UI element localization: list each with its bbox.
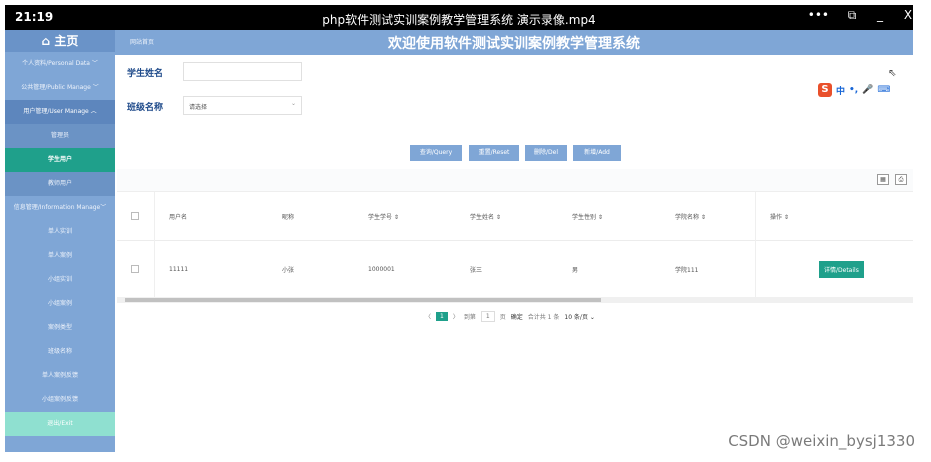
sidebar-item[interactable]: 单人案例 <box>5 244 115 268</box>
header-gender[interactable]: 学生性别 ⇕ <box>572 192 603 240</box>
sidebar-item[interactable]: 单人案例反馈 <box>5 364 115 388</box>
microphone-icon[interactable]: 🎤 <box>862 85 873 95</box>
page-size-select[interactable]: 10 条/页 ⌄ <box>564 312 595 321</box>
sidebar-item[interactable]: 班级名称 <box>5 340 115 364</box>
sidebar: ⌂ 主页 个人资料/Personal Data ﹀ 公共管理/Public Man… <box>5 30 115 452</box>
player-titlebar: 21:19 php软件测试实训案例教学管理系统 演示录像.mp4 ••• ⧉ _… <box>5 5 913 30</box>
page-number-input[interactable]: 1 <box>480 310 495 322</box>
sidebar-item[interactable]: 用户管理/User Manage ︿ <box>5 100 115 124</box>
keyboard-icon[interactable]: ⌨ <box>877 85 890 95</box>
pip-icon[interactable]: ⧉ <box>847 8 857 23</box>
watermark: CSDN @weixin_bysj1330 <box>728 432 915 450</box>
cell-college: 学院111 <box>675 266 699 274</box>
page-unit-label: 页 <box>499 313 506 321</box>
student-name-input[interactable] <box>183 62 302 81</box>
sidebar-item[interactable]: 公共管理/Public Manage ﹀ <box>5 76 115 100</box>
sidebar-item[interactable]: 教师用户 <box>5 172 115 196</box>
current-page-button[interactable]: 1 <box>436 311 448 321</box>
header-student-name[interactable]: 学生姓名 ⇕ <box>470 192 501 240</box>
video-title: php软件测试实训案例教学管理系统 演示录像.mp4 <box>322 13 596 27</box>
sidebar-item[interactable]: 退出/Exit <box>5 412 115 436</box>
class-select[interactable]: 请选择 ⌄ <box>183 96 302 115</box>
header-username[interactable]: 用户名 <box>169 192 187 240</box>
sidebar-item[interactable]: 小组实训 <box>5 268 115 292</box>
sidebar-item[interactable]: 学生用户 <box>5 148 115 172</box>
class-name-label: 班级名称 <box>127 103 164 113</box>
chevron-down-icon: ⌄ <box>290 100 296 107</box>
sidebar-item[interactable]: 小组案例反馈 <box>5 388 115 412</box>
top-header: 网站首页 欢迎使用软件测试实训案例教学管理系统 <box>115 30 913 55</box>
sidebar-item[interactable]: 单人实训 <box>5 220 115 244</box>
sidebar-item[interactable]: 案例类型 <box>5 316 115 340</box>
cell-username: 11111 <box>169 265 189 273</box>
table-row: 11111 小张 1000001 张三 男 学院111 详情/Details <box>117 241 913 297</box>
ime-toolbar[interactable]: S 中 •, 🎤 ⌨ <box>818 80 912 100</box>
row-checkbox-cell[interactable] <box>131 241 139 297</box>
header-actions[interactable]: 操作 ⇕ <box>770 192 789 240</box>
minimize-icon[interactable]: _ <box>875 8 885 23</box>
sidebar-item[interactable]: 个人资料/Personal Data ﹀ <box>5 52 115 76</box>
student-name-label: 学生姓名 <box>127 69 164 79</box>
sidebar-item[interactable]: 信息管理/Information Manage﹀ <box>5 196 115 220</box>
total-count: 合计共 1 条 <box>527 313 560 321</box>
sidebar-home[interactable]: ⌂ 主页 <box>5 30 115 52</box>
details-button[interactable]: 详情/Details <box>819 260 864 278</box>
header-nickname[interactable]: 昵称 <box>282 192 294 240</box>
prev-page-icon[interactable]: 〈 <box>425 312 431 321</box>
students-table: 用户名 昵称 学生学号 ⇕ 学生姓名 ⇕ 学生性别 ⇕ 学院名称 ⇕ 操作 ⇕ … <box>117 192 913 297</box>
sidebar-item[interactable]: 管理员 <box>5 124 115 148</box>
add-button[interactable]: 新增/Add <box>573 145 621 161</box>
table-header-row: 用户名 昵称 学生学号 ⇕ 学生姓名 ⇕ 学生性别 ⇕ 学院名称 ⇕ 操作 ⇕ <box>117 192 913 241</box>
window-controls: ••• ⧉ _ X <box>808 8 913 23</box>
columns-filter-icon[interactable]: ▦ <box>877 174 889 185</box>
cell-nickname: 小张 <box>282 266 295 274</box>
sogou-logo-icon: S <box>818 83 832 97</box>
delete-button[interactable]: 删除/Del <box>525 145 567 161</box>
next-page-icon[interactable]: 〉 <box>453 312 459 321</box>
cell-student-no: 1000001 <box>368 265 395 273</box>
cell-gender: 男 <box>572 266 579 274</box>
close-icon[interactable]: X <box>903 8 913 23</box>
sidebar-item[interactable]: 小组案例 <box>5 292 115 316</box>
table-toolbar: ▦ ⎙ <box>117 169 913 192</box>
reset-button[interactable]: 重置/Reset <box>469 145 519 161</box>
cell-student-name: 张三 <box>470 266 483 274</box>
confirm-button[interactable]: 确定 <box>511 312 523 321</box>
col-divider <box>755 192 756 297</box>
pagination: 〈 1 〉 到第 1 页 确定 合计共 1 条 10 条/页 ⌄ <box>425 310 595 322</box>
scrollbar-thumb[interactable] <box>125 298 601 302</box>
ime-punctuation-icon[interactable]: •, <box>849 85 858 95</box>
header-student-no[interactable]: 学生学号 ⇕ <box>368 192 399 240</box>
print-icon[interactable]: ⎙ <box>895 174 907 185</box>
goto-label: 到第 <box>463 313 476 321</box>
mouse-cursor-icon: ⇖ <box>888 68 897 79</box>
more-icon[interactable]: ••• <box>808 8 829 23</box>
sidebar-menu: 个人资料/Personal Data ﹀ 公共管理/Public Manage ﹀… <box>5 52 115 436</box>
page-title: 欢迎使用软件测试实训案例教学管理系统 <box>388 36 640 52</box>
header-college[interactable]: 学院名称 ⇕ <box>675 192 706 240</box>
details-cell: 详情/Details <box>819 241 864 297</box>
row-checkbox[interactable] <box>131 265 139 273</box>
class-select-value: 请选择 <box>189 104 208 111</box>
query-button[interactable]: 查询/Query <box>410 145 462 161</box>
select-all-checkbox[interactable] <box>131 212 139 220</box>
col-divider <box>154 192 155 297</box>
ime-chinese-mode[interactable]: 中 <box>836 84 845 97</box>
horizontal-scrollbar[interactable] <box>117 297 913 303</box>
select-all-checkbox-cell[interactable] <box>131 192 139 240</box>
